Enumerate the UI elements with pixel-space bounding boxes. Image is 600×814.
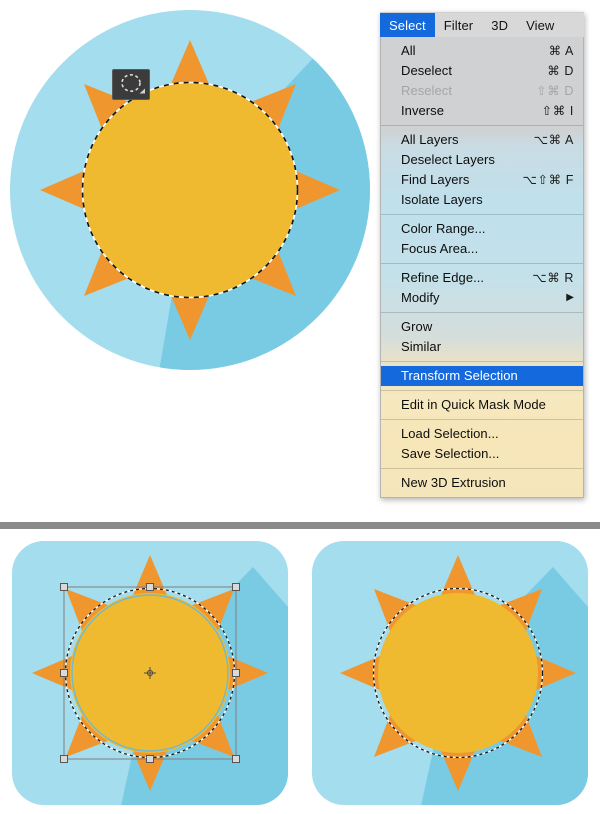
menu-item-label: Find Layers — [401, 172, 470, 187]
menu-separator — [381, 312, 583, 313]
menu-item-label: Save Selection... — [401, 446, 500, 461]
menu-item-label: New 3D Extrusion — [401, 475, 506, 490]
select-menu-popup[interactable]: Select Filter 3D View All ⌘ A Deselect ⌘ D Rese… — [380, 12, 584, 498]
menu-item-label: Grow — [401, 319, 433, 334]
menu-item-load-selection[interactable]: Load Selection... — [381, 424, 583, 444]
handle-bottom-left — [60, 755, 68, 763]
menu-item-find-layers[interactable]: Find Layers ⌥⇧⌘ F — [381, 170, 583, 190]
menu-item-label: Transform Selection — [401, 368, 518, 383]
handle-top-left — [60, 583, 68, 591]
menubar-item-select[interactable]: Select — [380, 13, 435, 37]
menu-item-label: Similar — [401, 339, 442, 354]
menu-item-all[interactable]: All ⌘ A — [381, 41, 583, 61]
menu-item-deselect[interactable]: Deselect ⌘ D — [381, 61, 583, 81]
menu-item-save-selection[interactable]: Save Selection... — [381, 444, 583, 464]
menu-item-label: Color Range... — [401, 221, 486, 236]
submenu-arrow-icon: ▶ — [566, 292, 574, 303]
menubar-item-label: View — [526, 17, 555, 33]
menu-item-shortcut: ⌘ A — [548, 44, 574, 58]
menu-separator — [381, 361, 583, 362]
select-menu-panel[interactable]: All ⌘ A Deselect ⌘ D Reselect ⇧⌘ D Inverse ⇧⌘ I… — [380, 37, 584, 498]
menu-item-label: Load Selection... — [401, 426, 499, 441]
menu-item-all-layers[interactable]: All Layers ⌥⌘ A — [381, 130, 583, 150]
top-section: Select Filter 3D View All ⌘ A Deselect ⌘ D Rese… — [0, 0, 600, 522]
document-canvas-top[interactable] — [0, 0, 380, 520]
sun-artwork-result — [312, 541, 588, 805]
menu-separator — [381, 214, 583, 215]
sun-disc — [83, 83, 297, 297]
menu-item-label: Reselect — [401, 83, 452, 98]
menu-item-new-3d-extrusion[interactable]: New 3D Extrusion — [381, 473, 583, 493]
menu-item-grow[interactable]: Grow — [381, 317, 583, 337]
handle-middle-left — [60, 669, 68, 677]
menu-item-label: Inverse — [401, 103, 444, 118]
bottom-section — [0, 529, 600, 814]
menu-item-shortcut: ⌥⌘ R — [532, 271, 574, 285]
menu-item-color-range[interactable]: Color Range... — [381, 219, 583, 239]
menu-separator — [381, 263, 583, 264]
menu-item-shortcut: ⌥⇧⌘ F — [522, 173, 574, 187]
handle-top-right — [232, 583, 240, 591]
menu-item-deselect-layers[interactable]: Deselect Layers — [381, 150, 583, 170]
menu-separator — [381, 419, 583, 420]
menubar-item-label: Filter — [443, 17, 474, 33]
handle-bottom-right — [232, 755, 240, 763]
sun-artwork-transform — [12, 541, 288, 805]
menu-item-shortcut: ⇧⌘ I — [541, 104, 574, 118]
scaled-selection-panel[interactable] — [308, 537, 592, 809]
menu-item-refine-edge[interactable]: Refine Edge... ⌥⌘ R — [381, 268, 583, 288]
section-divider — [0, 522, 600, 529]
menu-item-label: Focus Area... — [401, 241, 479, 256]
menu-item-shortcut: ⌘ D — [547, 64, 574, 78]
menu-item-reselect: Reselect ⇧⌘ D — [381, 81, 583, 101]
menu-separator — [381, 125, 583, 126]
menu-item-shortcut: ⌥⌘ A — [533, 133, 574, 147]
menu-bar[interactable]: Select Filter 3D View — [380, 12, 584, 37]
menu-separator — [381, 390, 583, 391]
menu-item-focus-area[interactable]: Focus Area... — [381, 239, 583, 259]
menu-item-label: Isolate Layers — [401, 192, 483, 207]
menu-item-label: Modify — [401, 290, 440, 305]
menubar-item-filter[interactable]: Filter — [435, 13, 483, 37]
transform-selection-panel[interactable] — [8, 537, 292, 809]
handle-middle-right — [232, 669, 240, 677]
menu-item-modify[interactable]: Modify ▶ — [381, 288, 583, 308]
menu-item-edit-in-quick-mask-mode[interactable]: Edit in Quick Mask Mode — [381, 395, 583, 415]
sun-artwork-top — [10, 10, 370, 370]
menu-item-isolate-layers[interactable]: Isolate Layers — [381, 190, 583, 210]
elliptical-marquee-icon[interactable] — [112, 69, 150, 100]
menubar-item-3d[interactable]: 3D — [482, 13, 517, 37]
menubar-item-label: Select — [389, 17, 426, 33]
menu-item-label: Deselect Layers — [401, 152, 495, 167]
menubar-item-view[interactable]: View — [517, 13, 563, 37]
menu-item-label: Edit in Quick Mask Mode — [401, 397, 546, 412]
menu-separator — [381, 468, 583, 469]
menu-item-similar[interactable]: Similar — [381, 337, 583, 357]
sun-disc — [378, 593, 538, 753]
handle-top-center — [146, 583, 154, 591]
menu-item-label: Deselect — [401, 63, 452, 78]
handle-bottom-center — [146, 755, 154, 763]
menu-item-inverse[interactable]: Inverse ⇧⌘ I — [381, 101, 583, 121]
menu-item-label: All Layers — [401, 132, 459, 147]
menubar-item-label: 3D — [491, 17, 509, 33]
menu-item-shortcut: ⇧⌘ D — [536, 84, 574, 98]
menu-item-label: Refine Edge... — [401, 270, 485, 285]
menu-item-label: All — [401, 43, 416, 58]
menu-item-transform-selection[interactable]: Transform Selection — [381, 366, 583, 386]
